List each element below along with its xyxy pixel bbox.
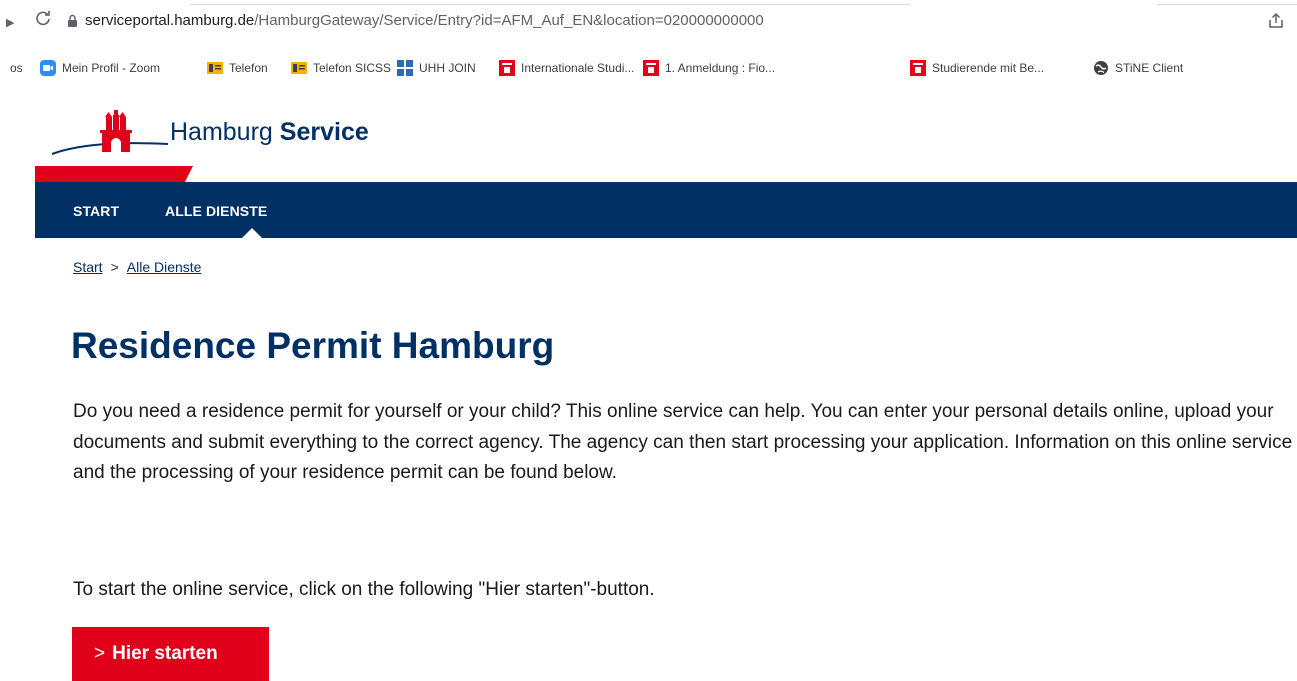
bookmark-telefon-sicss[interactable]: Telefon SICSS <box>291 60 391 76</box>
bookmark-label: Studierende mit Be... <box>932 61 1045 75</box>
logo-text: Hamburg Service <box>170 118 369 147</box>
tab-strip-edge <box>1157 0 1297 5</box>
bookmark-studierende[interactable]: Studierende mit Be... <box>910 60 1044 76</box>
uhh-logo-icon <box>643 60 659 76</box>
hamburg-castle-logo-icon <box>51 110 169 155</box>
reload-icon[interactable] <box>34 10 52 28</box>
logo-text-bold: Service <box>279 118 369 146</box>
bookmark-zoom[interactable]: Mein Profil - Zoom <box>40 60 160 76</box>
uhh-join-icon <box>397 60 413 76</box>
intro-paragraph: Do you need a residence permit for yours… <box>73 401 1293 483</box>
bookmarks-bar: os Mein Profil - Zoom Telefon Telefon SI… <box>0 52 1297 84</box>
address-bar[interactable]: serviceportal.hamburg.de/HamburgGateway/… <box>85 12 764 29</box>
phone-directory-icon <box>207 62 223 74</box>
breadcrumb-start-link[interactable]: Start <box>73 259 103 275</box>
active-nav-indicator <box>242 228 262 238</box>
start-instruction: To start the online service, click on th… <box>73 579 655 600</box>
chevron-right-icon: > <box>94 643 106 664</box>
bookmark-label: Mein Profil - Zoom <box>62 61 161 75</box>
breadcrumb-separator: > <box>110 259 119 275</box>
browser-toolbar: ▶ serviceportal.hamburg.de/HamburgGatewa… <box>0 0 1297 52</box>
breadcrumb-alle-dienste-link[interactable]: Alle Dienste <box>127 259 202 275</box>
share-icon[interactable] <box>1267 12 1285 30</box>
zoom-icon <box>40 60 56 76</box>
forward-arrow-icon[interactable]: ▶ <box>6 16 14 29</box>
bookmark-uhh-join[interactable]: UHH JOIN <box>397 60 476 76</box>
logo-text-regular: Hamburg <box>170 118 273 146</box>
hier-starten-button[interactable]: > Hier starten <box>72 627 269 681</box>
page-title: Residence Permit Hamburg <box>71 325 555 366</box>
bookmark-label: UHH JOIN <box>419 61 476 75</box>
bookmark-label: 1. Anmeldung : Fio... <box>665 61 776 75</box>
phone-directory-icon <box>291 62 307 74</box>
nav-start[interactable]: START <box>73 203 119 219</box>
uhh-logo-icon <box>910 60 926 76</box>
start-button-label: Hier starten <box>112 643 218 664</box>
bookmark-internationale-studi[interactable]: Internationale Studi... <box>499 60 634 76</box>
url-path: /HamburgGateway/Service/Entry?id=AFM_Auf… <box>254 12 764 29</box>
tab-strip-edge <box>190 0 910 5</box>
bookmark-stine-client[interactable]: STiNE Client <box>1093 60 1183 76</box>
breadcrumb: Start > Alle Dienste <box>73 259 201 275</box>
hamburg-service-logo[interactable]: Hamburg Service <box>50 110 400 160</box>
bookmark-anmeldung[interactable]: 1. Anmeldung : Fio... <box>643 60 775 76</box>
bookmark-label: Telefon SICSS <box>313 61 392 75</box>
bookmark-label: Telefon <box>229 61 268 75</box>
globe-icon <box>1094 61 1108 75</box>
url-host: serviceportal.hamburg.de <box>85 12 255 29</box>
bookmark-label: Internationale Studi... <box>521 61 635 75</box>
bookmark-telefon[interactable]: Telefon <box>207 60 268 76</box>
bookmark-truncated[interactable]: os <box>10 61 23 75</box>
bookmark-label: STiNE Client <box>1115 61 1184 75</box>
lock-icon[interactable] <box>67 14 78 27</box>
uhh-logo-icon <box>499 60 515 76</box>
nav-alle-dienste[interactable]: ALLE DIENSTE <box>165 203 267 219</box>
main-navigation: START ALLE DIENSTE <box>35 182 1297 238</box>
